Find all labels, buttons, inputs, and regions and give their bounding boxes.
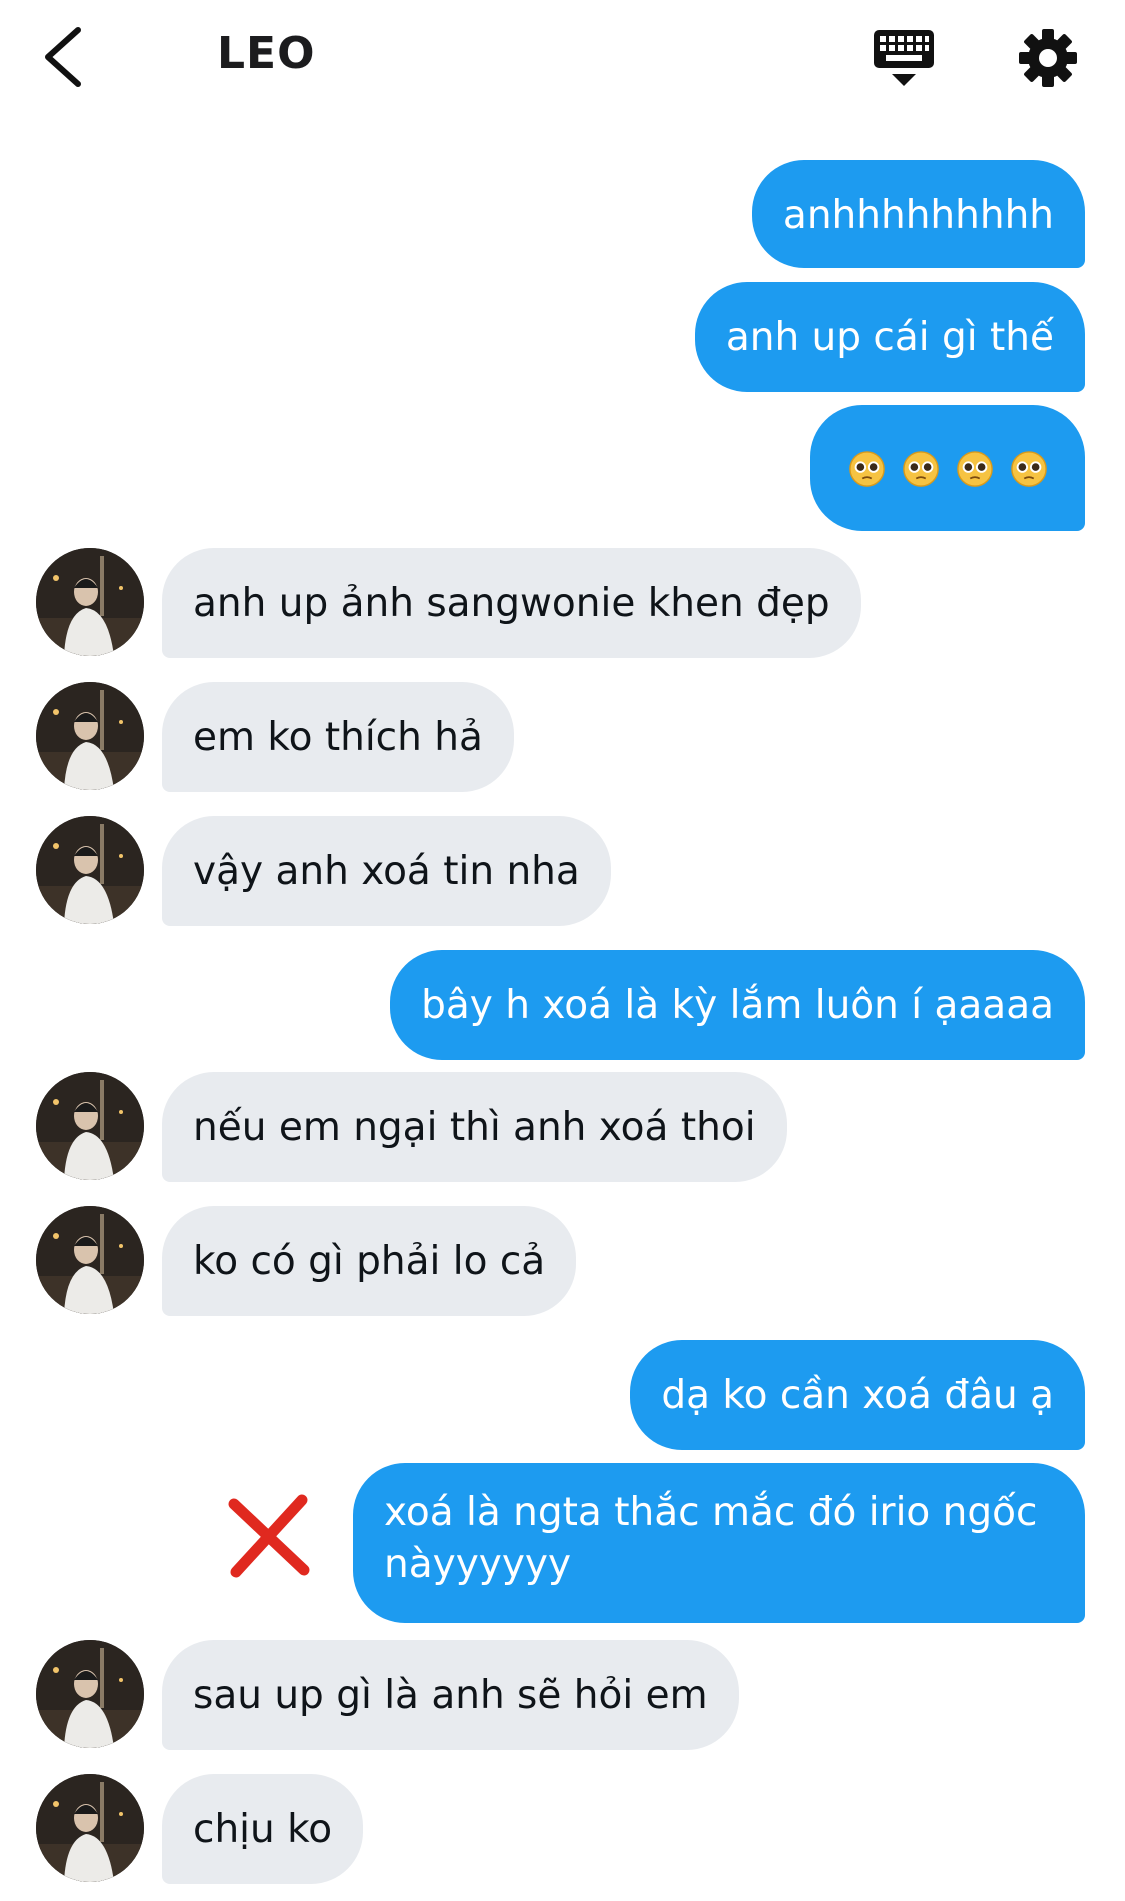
pleading-face-emoji xyxy=(957,450,993,487)
message-text: chịu ko xyxy=(193,1807,333,1852)
avatar-photo xyxy=(36,816,144,924)
avatar-photo xyxy=(36,1206,144,1314)
message-text: anhhhhhhhhh xyxy=(782,193,1054,238)
message-text: xoá là ngta thắc mắc đó irio ngốc nàyyyy… xyxy=(384,1490,1038,1587)
message-bubble-incoming[interactable]: chịu ko xyxy=(162,1774,364,1884)
message-bubble-incoming[interactable]: sau up gì là anh sẽ hỏi em xyxy=(162,1640,739,1750)
message-bubble-incoming[interactable]: anh up ảnh sangwonie khen đẹp xyxy=(162,548,861,658)
avatar[interactable] xyxy=(36,816,144,924)
chevron-left-icon[interactable] xyxy=(40,26,90,88)
avatar-photo xyxy=(36,1774,144,1882)
avatar-photo xyxy=(36,1072,144,1180)
pleading-face-emoji xyxy=(1011,450,1047,487)
avatar[interactable] xyxy=(36,1072,144,1180)
message-bubble-incoming[interactable]: nếu em ngại thì anh xoá thoi xyxy=(162,1072,787,1182)
avatar[interactable] xyxy=(36,1640,144,1748)
avatar[interactable] xyxy=(36,1774,144,1882)
avatar[interactable] xyxy=(36,548,144,656)
message-bubble-outgoing[interactable]: anhhhhhhhhh xyxy=(751,160,1085,268)
pleading-face-emoji xyxy=(849,450,885,487)
avatar[interactable] xyxy=(36,1206,144,1314)
message-bubble-outgoing[interactable]: xoá là ngta thắc mắc đó irio ngốc nàyyyy… xyxy=(353,1463,1085,1623)
message-bubble-outgoing[interactable]: bây h xoá là kỳ lắm luôn í ạaaaa xyxy=(390,950,1085,1060)
message-text: nếu em ngại thì anh xoá thoi xyxy=(193,1105,756,1150)
message-text: vậy anh xoá tin nha xyxy=(193,849,580,894)
message-bubble-incoming[interactable]: ko có gì phải lo cả xyxy=(162,1206,577,1316)
message-text: dạ ko cần xoá đâu ạ xyxy=(661,1373,1054,1418)
chat-header: LEO xyxy=(0,0,1125,120)
avatar-photo xyxy=(36,548,144,656)
red-x-icon xyxy=(228,1494,310,1578)
message-text: sau up gì là anh sẽ hỏi em xyxy=(193,1673,708,1718)
pleading-face-emoji xyxy=(903,450,939,487)
message-text: anh up ảnh sangwonie khen đẹp xyxy=(193,581,830,626)
message-text: anh up cái gì thế xyxy=(725,315,1054,360)
message-bubble-incoming[interactable]: vậy anh xoá tin nha xyxy=(162,816,611,926)
message-bubble-outgoing[interactable]: dạ ko cần xoá đâu ạ xyxy=(630,1340,1085,1450)
avatar-photo xyxy=(36,1640,144,1748)
message-text: ko có gì phải lo cả xyxy=(193,1239,546,1284)
avatar[interactable] xyxy=(36,682,144,790)
message-bubble-outgoing[interactable] xyxy=(810,405,1085,531)
page-title: LEO xyxy=(217,28,316,79)
message-bubble-incoming[interactable]: em ko thích hả xyxy=(162,682,514,792)
keyboard-icon[interactable] xyxy=(872,28,936,90)
message-text: em ko thích hả xyxy=(193,715,483,760)
gear-icon[interactable] xyxy=(1018,28,1078,88)
message-text: bây h xoá là kỳ lắm luôn í ạaaaa xyxy=(421,983,1054,1028)
avatar-photo xyxy=(36,682,144,790)
message-bubble-outgoing[interactable]: anh up cái gì thế xyxy=(694,282,1085,392)
